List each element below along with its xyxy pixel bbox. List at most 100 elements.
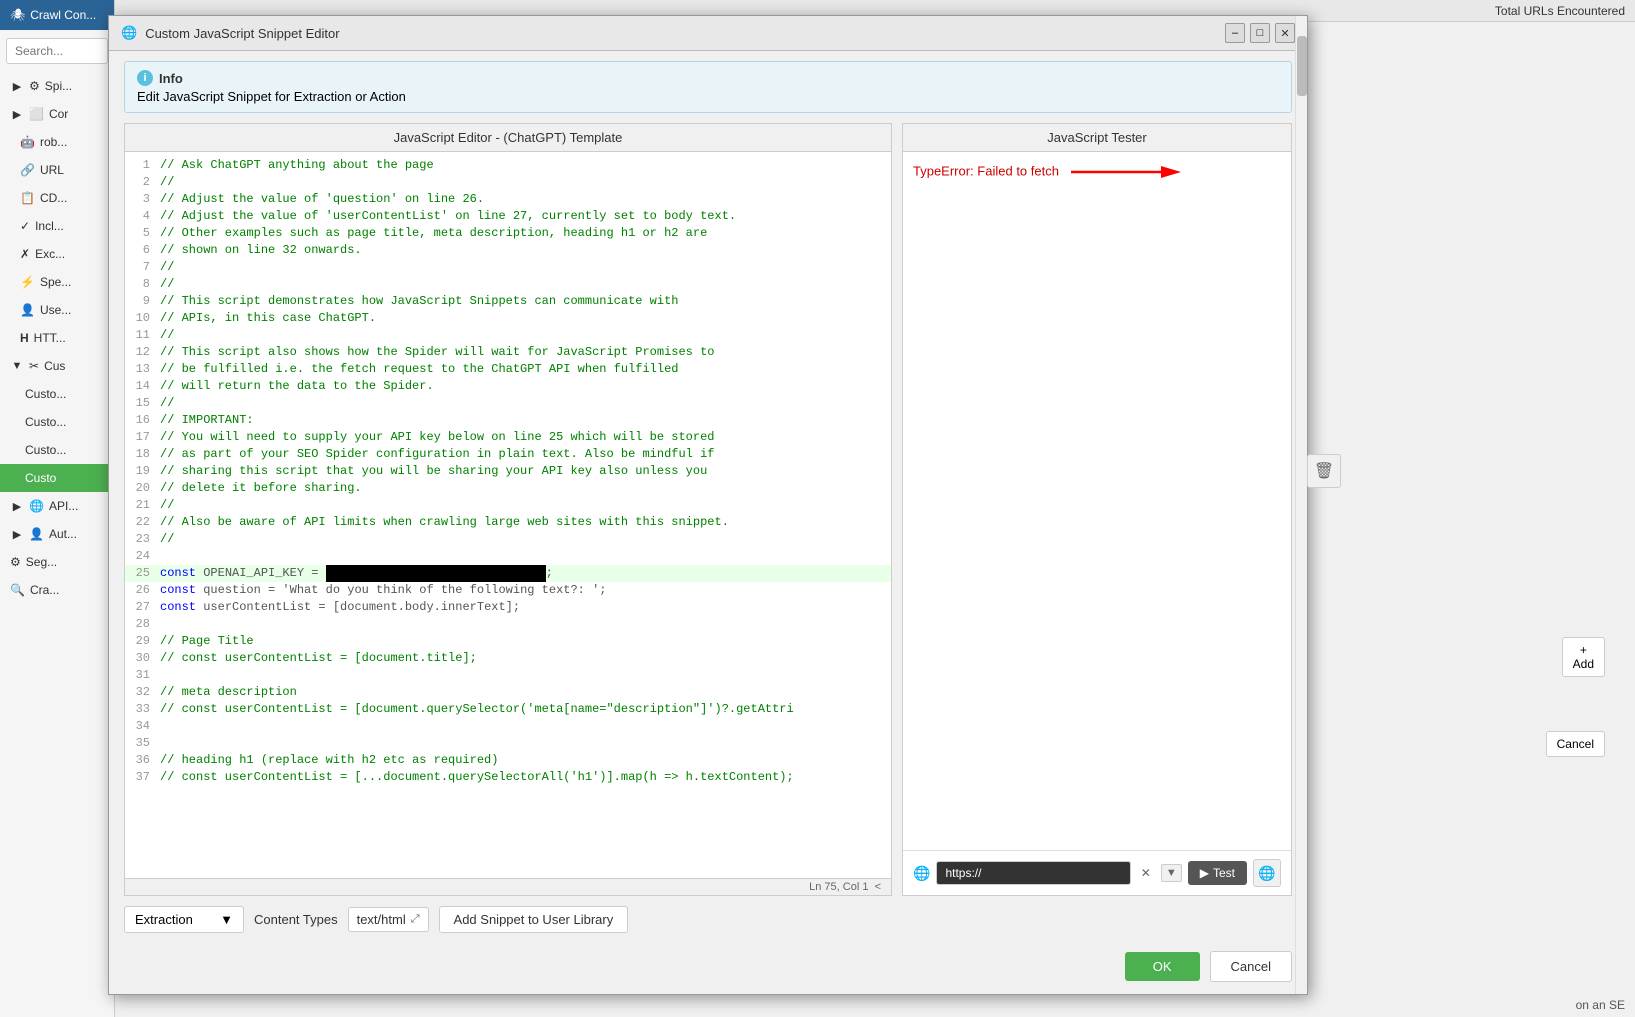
sidebar-item-cra[interactable]: 🔍 Cra... xyxy=(0,576,114,604)
line-content: // const userContentList = [document.tit… xyxy=(160,650,891,667)
line-number: 2 xyxy=(125,174,160,191)
sidebar-item-custom-1[interactable]: Custo... xyxy=(0,380,114,408)
line-content: // const userContentList = [...document.… xyxy=(160,769,891,786)
line-number: 19 xyxy=(125,463,160,480)
line-number: 31 xyxy=(125,667,160,684)
url-dropdown-button[interactable]: ▼ xyxy=(1161,864,1182,882)
ok-button[interactable]: OK xyxy=(1125,952,1200,981)
sidebar-item-http[interactable]: H HTT... xyxy=(0,324,114,352)
line-content: // You will need to supply your API key … xyxy=(160,429,891,446)
triangle-icon: ▶ xyxy=(10,107,24,121)
maximize-button[interactable]: □ xyxy=(1250,23,1270,43)
add-snippet-button[interactable]: Add Snippet to User Library xyxy=(439,906,629,933)
sidebar-item-cd[interactable]: 📋 CD... xyxy=(0,184,114,212)
sidebar-item-custom-2[interactable]: Custo... xyxy=(0,408,114,436)
bottom-bar: Extraction ▼ Content Types text/html ⤢ A… xyxy=(124,906,1292,933)
editor-scrollbar[interactable] xyxy=(1295,16,1307,994)
line-content xyxy=(160,718,891,735)
sidebar-item-spider[interactable]: ▶ ⚙ Spi... xyxy=(0,72,114,100)
line-number: 10 xyxy=(125,310,160,327)
triangle-icon: ▶ xyxy=(10,527,24,541)
info-description: Edit JavaScript Snippet for Extraction o… xyxy=(137,89,1279,104)
sidebar-item-robots[interactable]: 🤖 rob... xyxy=(0,128,114,156)
sidebar-icon-x: ✗ xyxy=(20,247,30,261)
line-content: // xyxy=(160,327,891,344)
cancel-button[interactable]: Cancel xyxy=(1210,951,1292,982)
test-button[interactable]: ▶ Test xyxy=(1188,861,1247,885)
line-number: 4 xyxy=(125,208,160,225)
sidebar-item-custom-4-active[interactable]: Custo xyxy=(0,464,114,492)
line-content: // be fulfilled i.e. the fetch request t… xyxy=(160,361,891,378)
line-number: 25 xyxy=(125,565,160,582)
sidebar-icon-speed: ⚡ xyxy=(20,275,35,289)
line-number: 14 xyxy=(125,378,160,395)
sidebar-item-config[interactable]: ▶ ⬜ Cor xyxy=(0,100,114,128)
line-content: // xyxy=(160,174,891,191)
line-content xyxy=(160,616,891,633)
info-title: i Info xyxy=(137,70,1279,86)
line-content: // Other examples such as page title, me… xyxy=(160,225,891,242)
sidebar-app-title: 🕷 Crawl Con... xyxy=(0,0,114,30)
info-icon: i xyxy=(137,70,153,86)
search-input[interactable] xyxy=(6,38,108,64)
line-number: 17 xyxy=(125,429,160,446)
line-number: 29 xyxy=(125,633,160,650)
dialog-title: 🌐 Custom JavaScript Snippet Editor xyxy=(121,25,340,41)
sidebar-item-auth[interactable]: ▶ 👤 Aut... xyxy=(0,520,114,548)
line-number: 13 xyxy=(125,361,160,378)
line-content: // xyxy=(160,259,891,276)
sidebar-item-custom-3[interactable]: Custo... xyxy=(0,436,114,464)
top-bar-text: Total URLs Encountered xyxy=(1495,4,1625,18)
sidebar-item-excl[interactable]: ✗ Exc... xyxy=(0,240,114,268)
close-button[interactable]: ✕ xyxy=(1275,23,1295,43)
line-number: 7 xyxy=(125,259,160,276)
minimize-button[interactable]: – xyxy=(1225,23,1245,43)
sidebar-icon-box: ⬜ xyxy=(29,107,44,121)
line-number: 3 xyxy=(125,191,160,208)
extraction-dropdown[interactable]: Extraction ▼ xyxy=(124,906,244,933)
line-number: 32 xyxy=(125,684,160,701)
dialog-titlebar: 🌐 Custom JavaScript Snippet Editor – □ ✕ xyxy=(109,16,1307,51)
sidebar-item-user[interactable]: 👤 Use... xyxy=(0,296,114,324)
right-cancel-button[interactable]: Cancel xyxy=(1546,731,1605,757)
sidebar-item-custom[interactable]: ▼ ✂ Cus xyxy=(0,352,114,380)
scrollbar-thumb[interactable] xyxy=(1297,36,1307,96)
play-icon: ▶ xyxy=(1200,866,1209,880)
tester-title: JavaScript Tester xyxy=(903,124,1291,152)
line-content: // xyxy=(160,276,891,293)
clear-url-button[interactable]: ✕ xyxy=(1137,864,1155,882)
delete-button[interactable]: 🗑 xyxy=(1307,454,1341,488)
tester-body: TypeError: Failed to fetch xyxy=(903,152,1291,850)
sidebar-icon-url: 🔗 xyxy=(20,163,35,177)
js-editor: JavaScript Editor - (ChatGPT) Template 1… xyxy=(124,123,892,896)
line-number: 20 xyxy=(125,480,160,497)
sidebar-item-seg[interactable]: ⚙ Seg... xyxy=(0,548,114,576)
sidebar-icon-search: 🔍 xyxy=(10,583,25,597)
triangle-down-icon: ▼ xyxy=(10,359,24,373)
url-input[interactable] xyxy=(936,861,1130,885)
error-message: TypeError: Failed to fetch xyxy=(913,163,1059,178)
line-number: 36 xyxy=(125,752,160,769)
line-content: // sharing this script that you will be … xyxy=(160,463,891,480)
line-content: // This script demonstrates how JavaScri… xyxy=(160,293,891,310)
sidebar-item-api[interactable]: ▶ 🌐 API... xyxy=(0,492,114,520)
sidebar-icon-cd: 📋 xyxy=(20,191,35,205)
line-content: // will return the data to the Spider. xyxy=(160,378,891,395)
sidebar-item-spe[interactable]: ⚡ Spe... xyxy=(0,268,114,296)
line-number: 16 xyxy=(125,412,160,429)
line-number: 28 xyxy=(125,616,160,633)
expand-content-type-button[interactable]: ⤢ xyxy=(411,913,420,926)
line-number: 5 xyxy=(125,225,160,242)
code-editor-area[interactable]: 1// Ask ChatGPT anything about the page2… xyxy=(125,152,891,878)
line-number: 1 xyxy=(125,157,160,174)
open-browser-button[interactable]: 🌐 xyxy=(1253,859,1281,887)
app-logo-icon: 🕷 xyxy=(10,8,25,22)
line-content: // Adjust the value of 'question' on lin… xyxy=(160,191,891,208)
line-content: // xyxy=(160,395,891,412)
line-content xyxy=(160,735,891,752)
right-add-button[interactable]: + Add xyxy=(1562,637,1605,677)
sidebar-item-url[interactable]: 🔗 URL xyxy=(0,156,114,184)
sidebar-item-incl[interactable]: ✓ Incl... xyxy=(0,212,114,240)
line-content: // const userContentList = [document.que… xyxy=(160,701,891,718)
line-number: 15 xyxy=(125,395,160,412)
